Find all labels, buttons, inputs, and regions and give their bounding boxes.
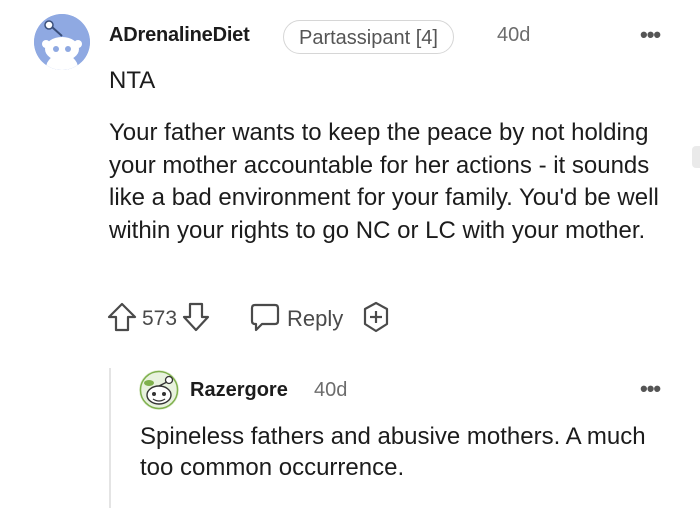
more-options-icon[interactable]: ••• — [640, 22, 661, 48]
comment-author[interactable]: ADrenalineDiet — [109, 24, 250, 47]
thread-line[interactable] — [109, 368, 111, 508]
snoo-avatar-icon — [34, 14, 90, 70]
vote-count: 573 — [142, 307, 178, 330]
user-flair: Partassipant [4] — [283, 20, 454, 54]
reply-label: Reply — [287, 306, 344, 331]
reply-avatar[interactable] — [139, 370, 179, 410]
award-plus-icon[interactable] — [359, 300, 393, 339]
avatar[interactable] — [34, 14, 90, 70]
snoo-avatar-icon — [139, 370, 179, 410]
reply-button[interactable]: Reply — [249, 302, 343, 337]
comment-age[interactable]: 40d — [497, 24, 530, 47]
comment-judgement: NTA — [109, 67, 156, 94]
scroll-edge-indicator — [692, 146, 700, 168]
comment-body: Your father wants to keep the peace by n… — [109, 119, 659, 244]
reply-author[interactable]: Razergore — [190, 379, 288, 402]
reply-bubble-icon — [249, 302, 281, 337]
more-options-icon[interactable]: ••• — [640, 376, 661, 402]
reply-age[interactable]: 40d — [314, 379, 347, 402]
reply-body: Spineless fathers and abusive mothers. A… — [140, 423, 646, 481]
comment-actions: 573 Reply — [106, 300, 393, 339]
upvote-arrow-icon[interactable] — [106, 301, 138, 338]
downvote-arrow-icon[interactable] — [181, 301, 211, 338]
